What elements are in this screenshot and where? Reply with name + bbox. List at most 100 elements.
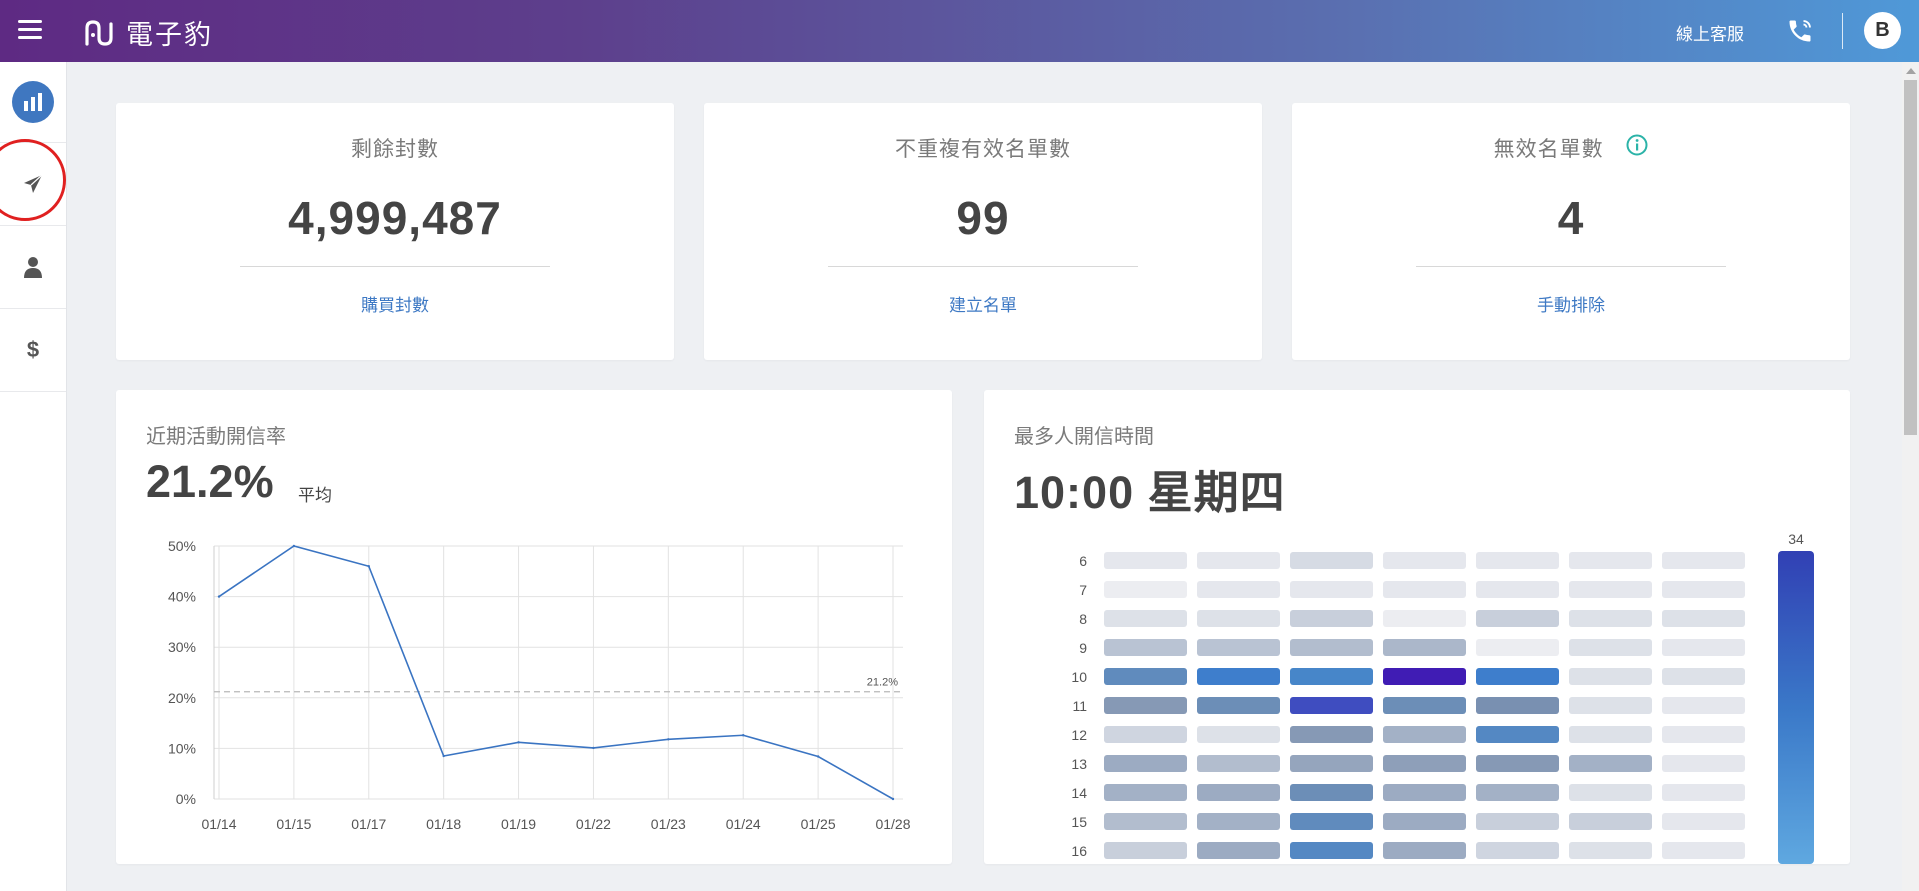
heatmap-cell xyxy=(1197,726,1280,743)
x-tick-label: 01/24 xyxy=(726,816,761,832)
color-scale-max-label: 34 xyxy=(1788,531,1804,547)
sidebar-item-dashboard[interactable] xyxy=(0,62,66,143)
heatmap-cell xyxy=(1290,697,1373,714)
heatmap-cell xyxy=(1476,842,1559,859)
brand-mark-icon xyxy=(85,19,113,46)
heatmap-cell xyxy=(1290,755,1373,772)
brand-logo[interactable]: 電子豹 xyxy=(84,13,213,52)
heatmap-row-label: 14 xyxy=(1071,785,1087,801)
x-tick-label: 01/17 xyxy=(351,816,386,832)
top-header: 電子豹 線上客服 B xyxy=(0,0,1919,62)
heatmap-cell xyxy=(1197,581,1280,598)
peak-open-time-card: 最多人開信時間 10:00 星期四 6789101112131415161734 xyxy=(984,390,1850,864)
scrollbar-thumb[interactable] xyxy=(1904,80,1917,435)
y-tick-label: 10% xyxy=(168,740,196,756)
heatmap-cell xyxy=(1197,813,1280,830)
phone-icon[interactable] xyxy=(1786,17,1814,50)
heatmap-cell xyxy=(1197,842,1280,859)
heatmap-color-scale xyxy=(1778,551,1814,864)
open-rate-point xyxy=(442,754,445,758)
scroll-up-arrow-icon[interactable] xyxy=(1906,68,1916,74)
heatmap-row-label: 11 xyxy=(1072,698,1087,714)
heatmap-cell xyxy=(1290,813,1373,830)
bar-chart-icon xyxy=(24,93,42,111)
heatmap-row-label: 13 xyxy=(1071,756,1087,772)
open-rate-point xyxy=(592,746,595,750)
x-tick-label: 01/14 xyxy=(201,816,236,832)
heatmap-cell xyxy=(1476,668,1559,685)
heatmap-cell xyxy=(1197,755,1280,772)
sidebar-nav: $ xyxy=(0,62,67,891)
heatmap-cell xyxy=(1662,552,1745,569)
heatmap-cell xyxy=(1104,552,1187,569)
heatmap-cell xyxy=(1104,784,1187,801)
heatmap-cell xyxy=(1383,668,1466,685)
x-tick-label: 01/25 xyxy=(801,816,836,832)
heatmap-row-label: 12 xyxy=(1071,727,1087,743)
heatmap-cell xyxy=(1476,755,1559,772)
heatmap-cell xyxy=(1569,784,1652,801)
x-tick-label: 01/19 xyxy=(501,816,536,832)
heatmap-cell xyxy=(1104,755,1187,772)
heatmap-cell xyxy=(1383,726,1466,743)
heatmap-cell xyxy=(1383,610,1466,627)
heatmap-cell xyxy=(1662,813,1745,830)
heatmap-cell xyxy=(1104,668,1187,685)
sidebar-item-campaigns[interactable] xyxy=(0,139,66,226)
heatmap-cell xyxy=(1197,697,1280,714)
average-reference-label: 21.2% xyxy=(867,677,898,689)
y-tick-label: 50% xyxy=(168,538,196,554)
user-icon xyxy=(24,257,42,278)
heatmap-cell xyxy=(1662,610,1745,627)
open-rate-point xyxy=(816,755,820,758)
online-support-link[interactable]: 線上客服 xyxy=(1676,20,1744,45)
heatmap-cell xyxy=(1290,552,1373,569)
y-tick-label: 20% xyxy=(168,690,196,706)
open-rate-point xyxy=(292,544,296,548)
brand-name: 電子豹 xyxy=(126,20,213,51)
x-tick-label: 01/18 xyxy=(426,816,461,832)
heatmap-cell xyxy=(1569,842,1652,859)
heatmap-cell xyxy=(1569,755,1652,772)
create-list-link[interactable]: 建立名單 xyxy=(704,291,1262,316)
dollar-icon: $ xyxy=(26,337,40,362)
open-rate-point xyxy=(667,738,670,741)
heatmap-cell xyxy=(1569,668,1652,685)
heatmap-cell xyxy=(1569,639,1652,656)
stat-value: 99 xyxy=(956,192,1010,244)
open-rate-point xyxy=(891,797,895,801)
heatmap-cell xyxy=(1569,697,1652,714)
heatmap-cell xyxy=(1569,552,1652,569)
heatmap-cell xyxy=(1569,726,1652,743)
heatmap-cell xyxy=(1662,639,1745,656)
y-tick-label: 40% xyxy=(168,589,196,605)
user-avatar[interactable]: B xyxy=(1864,12,1901,49)
menu-icon[interactable] xyxy=(18,20,42,40)
sidebar-item-contacts[interactable] xyxy=(0,226,66,309)
heatmap-cell xyxy=(1290,842,1373,859)
heatmap-cell xyxy=(1476,697,1559,714)
sidebar-item-billing[interactable]: $ xyxy=(0,309,66,392)
heatmap-cell xyxy=(1662,842,1745,859)
heatmap-cell xyxy=(1197,610,1280,627)
heatmap-cell xyxy=(1383,784,1466,801)
stat-title: 不重複有效名單數 xyxy=(895,138,1071,161)
heatmap-cell xyxy=(1104,726,1187,743)
heatmap-cell xyxy=(1290,668,1373,685)
open-time-heatmap: 6789101112131415161734 xyxy=(1071,531,1814,864)
heatmap-cell xyxy=(1197,552,1280,569)
heatmap-cell xyxy=(1662,784,1745,801)
buy-quota-link[interactable]: 購買封數 xyxy=(116,291,674,316)
stat-title: 剩餘封數 xyxy=(351,138,439,161)
info-icon[interactable] xyxy=(1626,134,1648,162)
heatmap-cell xyxy=(1476,581,1559,598)
stat-value: 4,999,487 xyxy=(288,192,502,244)
open-rate-point xyxy=(367,565,370,568)
stat-divider xyxy=(1416,266,1726,267)
heatmap-cell xyxy=(1290,784,1373,801)
x-tick-label: 01/22 xyxy=(576,816,611,832)
y-tick-label: 30% xyxy=(168,639,196,655)
x-tick-label: 01/23 xyxy=(651,816,686,832)
manual-exclude-link[interactable]: 手動排除 xyxy=(1292,291,1850,316)
heatmap-cell xyxy=(1383,639,1466,656)
